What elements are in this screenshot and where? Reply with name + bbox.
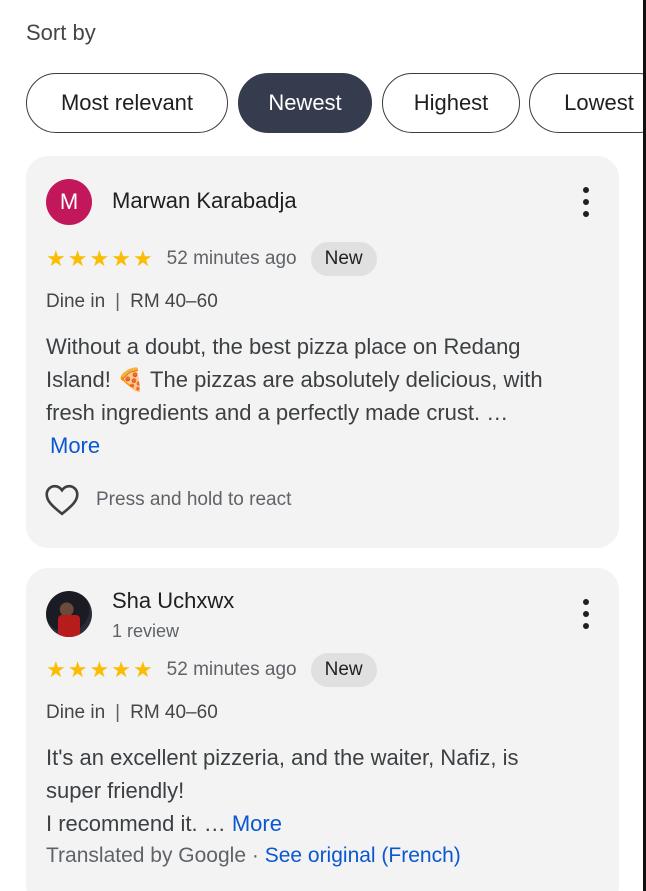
avatar[interactable]: [46, 591, 92, 637]
review-time: 52 minutes ago: [166, 659, 297, 680]
rating-row: ★ ★ ★ ★ ★ 52 minutes ago New: [46, 242, 377, 276]
chip-most-relevant[interactable]: Most relevant: [26, 73, 228, 133]
review-text-line: It's an excellent pizzeria, and the wait…: [46, 745, 519, 770]
star-icon: ★: [132, 246, 153, 271]
review-text-line: fresh ingredients and a perfectly made c…: [46, 400, 509, 425]
heart-outline-icon: [45, 484, 79, 516]
see-original-link[interactable]: See original (French): [265, 844, 461, 867]
star-icon: ★: [67, 657, 88, 682]
star-icon: ★: [132, 657, 153, 682]
new-badge: New: [310, 653, 377, 687]
chip-newest[interactable]: Newest: [238, 73, 372, 133]
review-time: 52 minutes ago: [166, 248, 297, 269]
review-text: Without a doubt, the best pizza place on…: [46, 330, 606, 462]
avatar[interactable]: M: [46, 179, 92, 225]
new-badge: New: [310, 242, 377, 276]
star-rating: ★ ★ ★ ★ ★: [46, 248, 153, 270]
sort-chips: Most relevant Newest Highest Lowest: [26, 73, 643, 133]
react-label: Press and hold to react: [96, 489, 292, 510]
reviewer-name[interactable]: Marwan Karabadja: [112, 188, 297, 214]
star-icon: ★: [89, 246, 110, 271]
star-icon: ★: [67, 246, 88, 271]
chip-highest[interactable]: Highest: [382, 73, 520, 133]
star-icon: ★: [46, 246, 66, 271]
star-icon: ★: [111, 657, 131, 682]
visit-meta: Dine in | RM 40–60: [46, 291, 218, 312]
chip-lowest[interactable]: Lowest: [529, 73, 643, 133]
translation-note: Translated by Google · See original (Fre…: [46, 844, 461, 867]
price-range: RM 40–60: [130, 291, 218, 312]
review-text-line: I recommend it. … More: [46, 811, 282, 836]
price-range: RM 40–60: [130, 702, 218, 723]
review-card: M Marwan Karabadja ★ ★ ★ ★ ★ 52 minutes …: [26, 156, 619, 548]
service-type: Dine in: [46, 291, 106, 312]
more-vert-icon[interactable]: [581, 599, 591, 629]
reviewer-name[interactable]: Sha Uchxwx: [112, 588, 234, 614]
star-rating: ★ ★ ★ ★ ★: [46, 659, 153, 681]
sort-by-label: Sort by: [26, 20, 96, 45]
more-link[interactable]: More: [232, 811, 282, 836]
review-card: Sha Uchxwx 1 review ★ ★ ★ ★ ★ 52 minutes…: [26, 568, 619, 891]
pizza-emoji: 🍕: [116, 367, 145, 392]
review-text-line: Without a doubt, the best pizza place on…: [46, 334, 521, 359]
star-icon: ★: [46, 657, 66, 682]
rating-row: ★ ★ ★ ★ ★ 52 minutes ago New: [46, 653, 377, 687]
star-icon: ★: [89, 657, 110, 682]
translated-by-label: Translated by Google: [46, 844, 247, 867]
reviewer-review-count: 1 review: [112, 621, 180, 641]
review-text-line: super friendly!: [46, 778, 185, 803]
star-icon: ★: [111, 246, 131, 271]
review-text-line: Island! 🍕 The pizzas are absolutely deli…: [46, 367, 543, 392]
more-link[interactable]: More: [50, 433, 100, 458]
visit-meta: Dine in | RM 40–60: [46, 702, 218, 723]
service-type: Dine in: [46, 702, 106, 723]
review-text: It's an excellent pizzeria, and the wait…: [46, 741, 606, 840]
react-button[interactable]: Press and hold to react: [44, 484, 291, 516]
more-vert-icon[interactable]: [581, 187, 591, 217]
